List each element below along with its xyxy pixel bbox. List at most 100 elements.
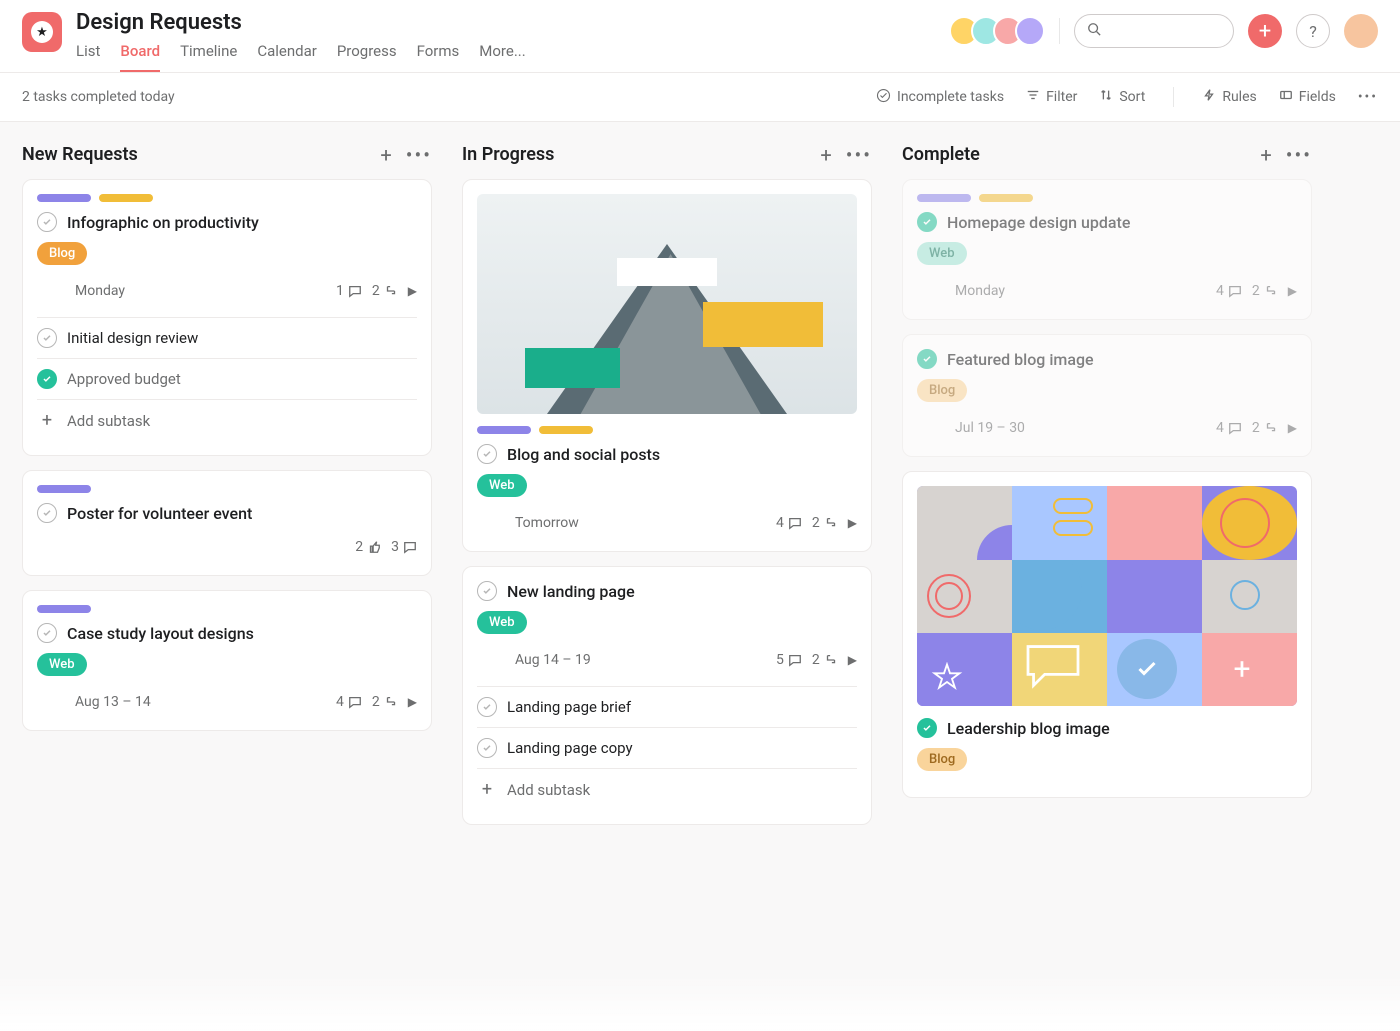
subtask-count[interactable]: 2 xyxy=(1252,420,1278,436)
comment-count[interactable]: 1 xyxy=(336,283,362,299)
subtask-row[interactable]: Initial design review xyxy=(37,318,417,359)
subtask-count[interactable]: 2 xyxy=(1252,283,1278,299)
comment-count[interactable]: 4 xyxy=(1216,283,1242,299)
assignee-avatar[interactable] xyxy=(477,509,505,537)
profile-avatar[interactable] xyxy=(1344,14,1378,48)
tag-blog[interactable]: Blog xyxy=(37,242,87,265)
tab-timeline[interactable]: Timeline xyxy=(180,42,237,72)
tag-web[interactable]: Web xyxy=(477,474,527,497)
assignee-avatar[interactable] xyxy=(917,414,945,442)
rules-button[interactable]: Rules xyxy=(1202,88,1256,106)
tag-web[interactable]: Web xyxy=(917,242,967,265)
fields-label: Fields xyxy=(1299,89,1336,105)
comment-icon xyxy=(348,695,362,709)
complete-checkbox[interactable] xyxy=(917,349,937,369)
tag-web[interactable]: Web xyxy=(477,611,527,634)
complete-checkbox[interactable] xyxy=(917,212,937,232)
add-subtask-button[interactable]: + Add subtask xyxy=(37,400,417,441)
project-icon[interactable]: ★ xyxy=(22,12,62,52)
project-title: Design Requests xyxy=(76,10,957,36)
add-task-button[interactable]: + xyxy=(380,145,391,165)
sort-label: Sort xyxy=(1119,89,1145,105)
tab-more[interactable]: More... xyxy=(479,42,525,72)
task-title: Case study layout designs xyxy=(67,624,254,643)
complete-checkbox[interactable] xyxy=(37,369,57,389)
assignee-avatar[interactable] xyxy=(37,688,65,716)
subtask-count[interactable]: 2 xyxy=(372,694,398,710)
tab-progress[interactable]: Progress xyxy=(337,42,397,72)
subtask-count[interactable]: 2 xyxy=(372,283,398,299)
column-title[interactable]: New Requests xyxy=(22,144,380,165)
add-task-button[interactable]: + xyxy=(1260,145,1271,165)
tag-blog[interactable]: Blog xyxy=(917,379,967,402)
add-task-button[interactable]: + xyxy=(820,145,831,165)
filter-button[interactable]: Filter xyxy=(1026,88,1077,106)
column-menu-button[interactable]: ••• xyxy=(846,145,872,165)
subtask-count[interactable]: 2 xyxy=(812,652,838,668)
assignee-avatar[interactable] xyxy=(37,533,65,561)
task-card[interactable]: Infographic on productivity Blog Monday … xyxy=(22,179,432,456)
comment-count[interactable]: 3 xyxy=(391,539,417,555)
comment-count[interactable]: 4 xyxy=(776,515,802,531)
assignee-avatar[interactable] xyxy=(477,646,505,674)
search-input[interactable] xyxy=(1074,14,1234,48)
more-button[interactable]: ••• xyxy=(1358,89,1378,105)
complete-checkbox[interactable] xyxy=(37,212,57,232)
task-card[interactable]: Homepage design update Web Monday 4 2 ▶ xyxy=(902,179,1312,320)
task-card[interactable]: New landing page Web Aug 14 – 19 5 2 ▶ L… xyxy=(462,566,872,825)
column-menu-button[interactable]: ••• xyxy=(406,145,432,165)
incomplete-filter[interactable]: Incomplete tasks xyxy=(876,88,1004,107)
chevron-right-icon[interactable]: ▶ xyxy=(408,284,417,298)
complete-checkbox[interactable] xyxy=(477,738,497,758)
complete-checkbox[interactable] xyxy=(477,697,497,717)
check-icon xyxy=(1135,657,1159,681)
sort-button[interactable]: Sort xyxy=(1099,88,1145,106)
tab-forms[interactable]: Forms xyxy=(417,42,460,72)
comment-count[interactable]: 4 xyxy=(336,694,362,710)
task-card[interactable]: Featured blog image Blog Jul 19 – 30 4 2… xyxy=(902,334,1312,457)
chevron-right-icon[interactable]: ▶ xyxy=(848,516,857,530)
chevron-right-icon[interactable]: ▶ xyxy=(408,695,417,709)
sort-icon xyxy=(1099,88,1113,106)
complete-checkbox[interactable] xyxy=(477,581,497,601)
complete-checkbox[interactable] xyxy=(37,328,57,348)
comment-count[interactable]: 5 xyxy=(776,652,802,668)
fields-button[interactable]: Fields xyxy=(1279,88,1336,106)
subtask-row[interactable]: Landing page copy xyxy=(477,728,857,769)
task-card[interactable]: + Leadership blog image Blog xyxy=(902,471,1312,798)
like-count[interactable]: 2 xyxy=(355,539,381,555)
add-button[interactable]: + xyxy=(1248,14,1282,48)
task-card[interactable]: Poster for volunteer event 2 3 xyxy=(22,470,432,576)
task-card[interactable]: Blog and social posts Web Tomorrow 4 2 ▶ xyxy=(462,179,872,552)
tag-blog[interactable]: Blog xyxy=(917,748,967,771)
tab-calendar[interactable]: Calendar xyxy=(257,42,317,72)
subtask-row[interactable]: Approved budget xyxy=(37,359,417,400)
help-button[interactable]: ? xyxy=(1296,14,1330,48)
complete-checkbox[interactable] xyxy=(917,718,937,738)
complete-checkbox[interactable] xyxy=(37,503,57,523)
column-in-progress: In Progress + ••• Blog and social posts … xyxy=(462,144,872,1001)
complete-checkbox[interactable] xyxy=(477,444,497,464)
assignee-avatar[interactable] xyxy=(917,277,945,305)
comment-count[interactable]: 4 xyxy=(1216,420,1242,436)
complete-checkbox[interactable] xyxy=(37,623,57,643)
column-title[interactable]: In Progress xyxy=(462,144,820,165)
plus-icon: + xyxy=(380,143,391,167)
column-new-requests: New Requests + ••• Infographic on produc… xyxy=(22,144,432,1001)
tag-web[interactable]: Web xyxy=(37,653,87,676)
due-date: Tomorrow xyxy=(515,515,579,531)
task-title: New landing page xyxy=(507,582,635,601)
chevron-right-icon[interactable]: ▶ xyxy=(1288,284,1297,298)
add-subtask-button[interactable]: + Add subtask xyxy=(477,769,857,810)
chevron-right-icon[interactable]: ▶ xyxy=(848,653,857,667)
assignee-avatar[interactable] xyxy=(37,277,65,305)
member-avatars[interactable] xyxy=(957,16,1045,46)
chevron-right-icon[interactable]: ▶ xyxy=(1288,421,1297,435)
tab-board[interactable]: Board xyxy=(120,42,160,72)
column-menu-button[interactable]: ••• xyxy=(1286,145,1312,165)
subtask-row[interactable]: Landing page brief xyxy=(477,687,857,728)
column-title[interactable]: Complete xyxy=(902,144,1260,165)
task-card[interactable]: Case study layout designs Web Aug 13 – 1… xyxy=(22,590,432,731)
subtask-count[interactable]: 2 xyxy=(812,515,838,531)
tab-list[interactable]: List xyxy=(76,42,100,72)
